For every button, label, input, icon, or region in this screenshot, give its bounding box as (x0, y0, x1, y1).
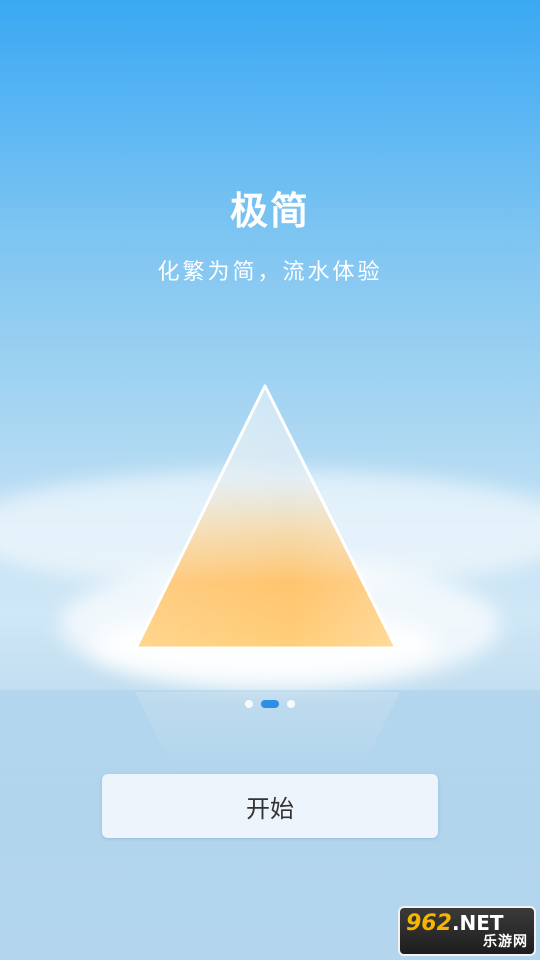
start-button[interactable]: 开始 (102, 774, 438, 838)
page-title: 极简 (229, 189, 310, 233)
watermark-number: 962 (406, 911, 452, 936)
pyramid-illustration (134, 384, 398, 650)
page-indicator (0, 699, 540, 709)
page-dot[interactable] (287, 700, 295, 708)
page-subtitle: 化繁为简，流水体验 (157, 260, 383, 285)
start-button-label: 开始 (246, 794, 294, 823)
watermark-name: 乐游网 (483, 934, 528, 950)
onboarding-screen: 极简 化繁为简，流水体验 开始 962.NET 乐游网 (0, 0, 540, 960)
watermark-logo: 962.NET 乐游网 (398, 906, 536, 956)
page-dot-active[interactable] (261, 700, 279, 708)
page-dot[interactable] (245, 700, 253, 708)
